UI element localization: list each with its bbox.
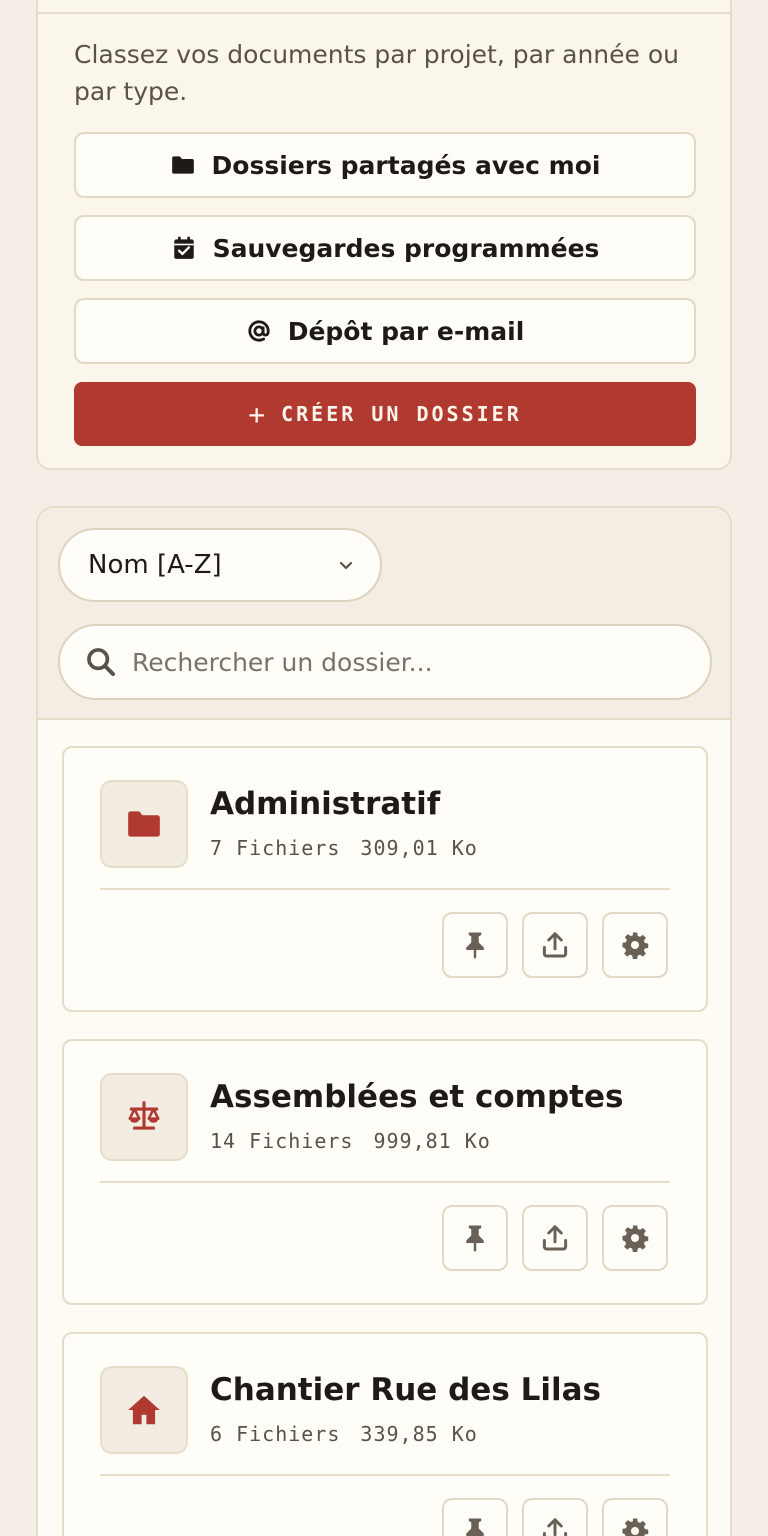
email-deposit-label: Dépôt par e-mail	[287, 316, 525, 346]
folder-size: 309,01 Ko	[360, 836, 478, 860]
folder-name[interactable]: Chantier Rue des Lilas	[210, 1372, 601, 1408]
scheduled-backups-label: Sauvegardes programmées	[212, 233, 600, 263]
folder-size: 999,81 Ko	[373, 1129, 491, 1153]
folder-card[interactable]: Assemblées et comptes 14 Fichiers 999,81 …	[62, 1039, 708, 1305]
pin-icon	[466, 1518, 484, 1536]
upload-icon	[542, 1518, 568, 1536]
shared-folders-button[interactable]: Dossiers partagés avec moi	[74, 132, 696, 198]
folder-card[interactable]: Chantier Rue des Lilas 6 Fichiers 339,85 …	[62, 1332, 708, 1536]
gear-icon	[622, 932, 649, 959]
folder-icon	[171, 156, 194, 174]
sort-select[interactable]: Nom [A-Z]	[58, 528, 382, 602]
at-icon	[248, 320, 270, 342]
settings-button[interactable]	[602, 1205, 668, 1271]
list-toolbar: Nom [A-Z]	[38, 508, 730, 720]
search-input[interactable]	[132, 647, 672, 677]
search-field[interactable]	[58, 624, 712, 700]
calendar-check-icon	[173, 236, 194, 259]
gear-icon	[622, 1225, 649, 1252]
card-divider	[38, 12, 730, 14]
folder-icon	[100, 780, 188, 868]
create-folder-label: CRÉER UN DOSSIER	[281, 402, 522, 426]
file-count: 14 Fichiers	[210, 1129, 354, 1153]
upload-icon	[542, 1225, 568, 1251]
folder-options-card: Classez vos documents par projet, par an…	[36, 0, 732, 470]
plus-icon: +	[248, 397, 266, 431]
settings-button[interactable]	[602, 1498, 668, 1536]
shared-folders-label: Dossiers partagés avec moi	[211, 150, 601, 180]
share-button[interactable]	[522, 1498, 588, 1536]
pin-button[interactable]	[442, 912, 508, 978]
share-button[interactable]	[522, 912, 588, 978]
pin-button[interactable]	[442, 1205, 508, 1271]
intro-text: Classez vos documents par projet, par an…	[74, 40, 679, 106]
card-divider	[100, 888, 670, 890]
folder-size: 339,85 Ko	[360, 1422, 478, 1446]
folder-name[interactable]: Assemblées et comptes	[210, 1079, 623, 1115]
share-button[interactable]	[522, 1205, 588, 1271]
folder-meta: 7 Fichiers 309,01 Ko	[210, 836, 478, 860]
email-deposit-button[interactable]: Dépôt par e-mail	[74, 298, 696, 364]
folder-meta: 14 Fichiers 999,81 Ko	[210, 1129, 491, 1153]
file-count: 7 Fichiers	[210, 836, 341, 860]
card-divider	[100, 1474, 670, 1476]
file-count: 6 Fichiers	[210, 1422, 341, 1446]
sort-value: Nom [A-Z]	[88, 550, 222, 580]
pin-icon	[466, 932, 484, 959]
gear-icon	[622, 1518, 649, 1536]
chevron-down-icon	[339, 561, 353, 570]
search-icon	[87, 648, 116, 677]
folder-name[interactable]: Administratif	[210, 786, 440, 822]
create-folder-button[interactable]: + CRÉER UN DOSSIER	[74, 382, 696, 446]
folder-list-panel: Nom [A-Z] Administratif 7 Fichiers 309,01…	[36, 506, 732, 1536]
scale-icon	[100, 1073, 188, 1161]
pin-button[interactable]	[442, 1498, 508, 1536]
folder-card[interactable]: Administratif 7 Fichiers 309,01 Ko	[62, 746, 708, 1012]
scheduled-backups-button[interactable]: Sauvegardes programmées	[74, 215, 696, 281]
upload-icon	[542, 932, 568, 958]
folder-meta: 6 Fichiers 339,85 Ko	[210, 1422, 478, 1446]
card-divider	[100, 1181, 670, 1183]
pin-icon	[466, 1225, 484, 1252]
home-icon	[100, 1366, 188, 1454]
settings-button[interactable]	[602, 912, 668, 978]
